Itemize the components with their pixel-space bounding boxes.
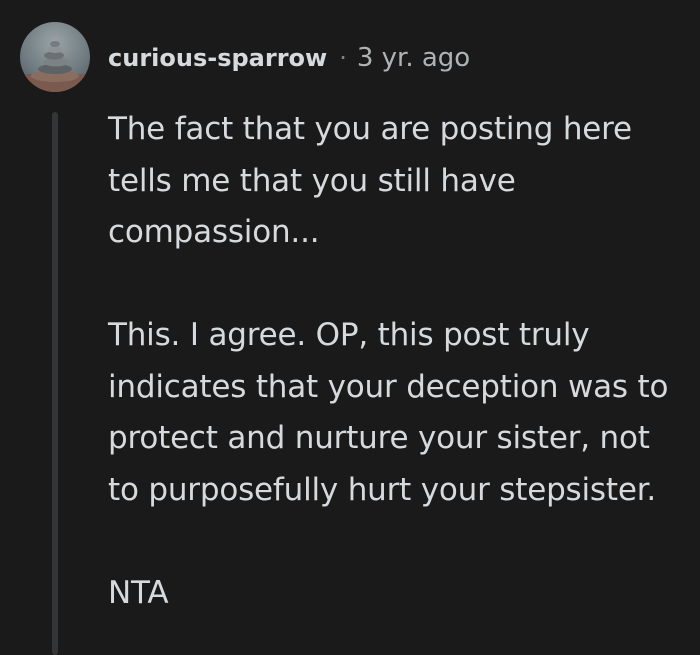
comment-body: The fact that you are posting here tells… [108,104,688,619]
comment-paragraph: NTA [108,574,169,611]
username-link[interactable]: curious-sparrow [108,44,327,72]
stacked-stones-avatar-icon [20,41,90,92]
comment: curious-sparrow · 3 yr. ago The fact tha… [0,0,700,655]
meta-separator: · [339,44,347,72]
comment-paragraph: The fact that you are posting here tells… [108,111,632,250]
user-avatar[interactable] [20,22,90,92]
timestamp-link[interactable]: 3 yr. ago [357,43,470,73]
thread-collapse-line[interactable] [52,112,58,655]
comment-paragraph: This. I agree. OP, this post truly indic… [108,317,669,508]
comment-meta: curious-sparrow · 3 yr. ago [108,38,470,78]
